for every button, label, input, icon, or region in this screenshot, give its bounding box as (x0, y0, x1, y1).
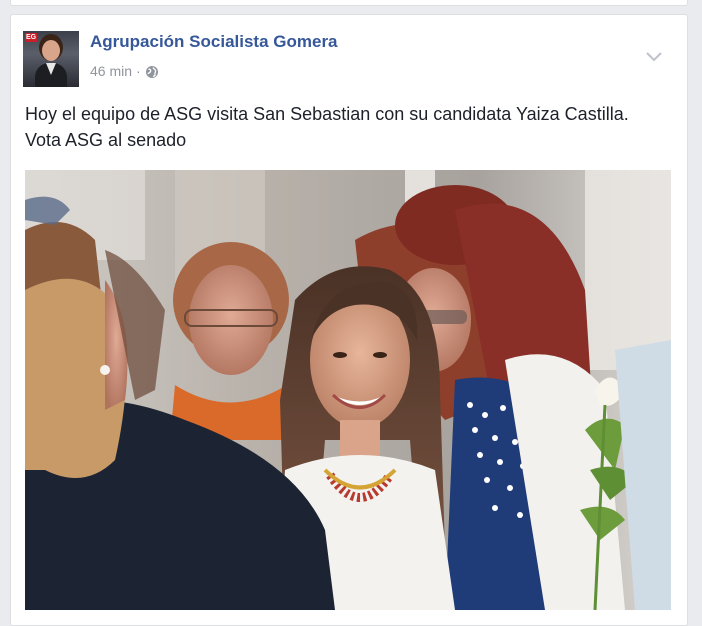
meta-separator: · (136, 63, 141, 80)
previous-post-edge (0, 0, 702, 6)
post-card: EG Agrupación Socialista Gomera 46 min ·… (10, 14, 688, 626)
post-photo[interactable] (25, 170, 671, 610)
globe-icon[interactable] (145, 63, 159, 79)
page-avatar[interactable]: EG (23, 31, 79, 87)
chevron-down-icon[interactable] (645, 51, 663, 63)
post-header: EG Agrupación Socialista Gomera 46 min · (23, 31, 673, 89)
avatar-portrait-head (42, 40, 60, 61)
avatar-logo: EG (25, 33, 37, 42)
post-text: Hoy el equipo de ASG visita San Sebastia… (25, 104, 629, 150)
post-timestamp[interactable]: 46 min (90, 63, 132, 79)
photo-scene (25, 170, 671, 610)
previous-card-bottom (10, 0, 688, 6)
post-meta: 46 min · (90, 63, 159, 79)
page-name-link[interactable]: Agrupación Socialista Gomera (90, 32, 338, 52)
